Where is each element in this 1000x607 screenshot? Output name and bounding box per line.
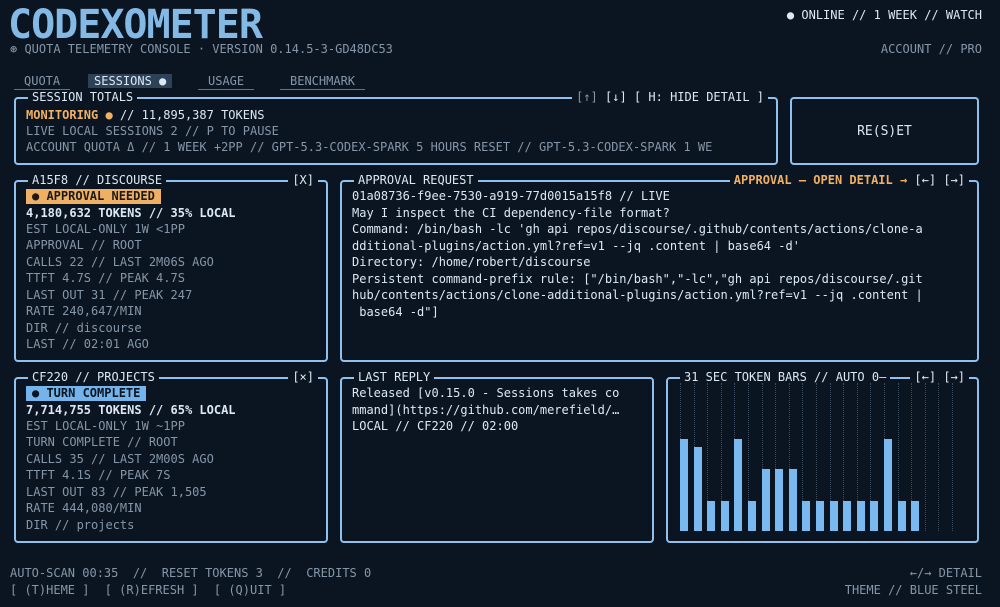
token-bar <box>707 501 716 531</box>
token-bar <box>816 501 824 531</box>
session-stat: LAST // 02:01 AGO <box>26 337 149 351</box>
reply-line: Released [v0.15.0 - Sessions takes co <box>352 386 620 400</box>
token-bars-chart <box>668 379 977 541</box>
session-stat: CALLS 22 // LAST 2M06S AGO <box>26 255 214 269</box>
session-stat: LAST OUT 83 // PEAK 1,505 <box>26 485 207 499</box>
total-tokens: // 11,895,387 TOKENS <box>119 108 265 122</box>
token-bar <box>911 501 920 531</box>
token-bar <box>788 469 797 531</box>
theme-name: THEME // BLUE STEEL <box>844 583 982 597</box>
session-stat: TTFT 4.7S // PEAK 4.7S <box>26 271 185 285</box>
turn-complete-badge: ● TURN COMPLETE <box>26 386 147 401</box>
monitoring-line: MONITORING ● // 11,895,387 TOKENS <box>26 107 264 123</box>
token-bar <box>693 447 702 531</box>
last-reply-title: LAST REPLY <box>354 370 435 384</box>
reply-line: LOCAL // CF220 // 02:00 <box>352 419 519 433</box>
detail-hint: ←/→ DETAIL <box>909 566 982 580</box>
approval-request-panel: APPROVAL REQUEST APPROVAL – OPEN DETAIL … <box>340 173 979 362</box>
token-bar <box>884 439 892 531</box>
token-bar <box>734 439 743 531</box>
token-bar <box>870 501 879 531</box>
session-stat: DIR // discourse <box>26 321 142 335</box>
refresh-button[interactable]: [ (R)EFRESH ] <box>105 583 199 597</box>
scroll-up-button[interactable]: [↑] <box>576 90 598 104</box>
scroll-down-button[interactable]: [↓] <box>605 90 627 104</box>
session-stat: APPROVAL // ROOT <box>26 238 142 252</box>
tab-usage[interactable]: USAGE <box>198 74 255 90</box>
token-bar-track <box>952 383 961 531</box>
approval-nav-buttons[interactable]: [←] [→] <box>914 173 965 187</box>
approval-line: dditional-plugins/action.yml?ref=v1 --jq… <box>352 239 800 253</box>
session-totals-controls: [↑] [↓] [ H: HIDE DETAIL ] <box>572 90 768 104</box>
session-totals-panel: SESSION TOTALS [↑] [↓] [ H: HIDE DETAIL … <box>14 90 778 165</box>
close-session-button[interactable]: [X] <box>288 173 318 187</box>
session-stat: LAST OUT 31 // PEAK 247 <box>26 288 193 302</box>
token-bar <box>802 501 811 531</box>
session-stat: RATE 444,080/MIN <box>26 501 142 515</box>
hide-detail-button[interactable]: [ H: HIDE DETAIL ] <box>634 90 764 104</box>
approval-line: 01a08736-f9ee-7530-a919-77d0015a15f8 // … <box>352 189 670 203</box>
tab-quota[interactable]: QUOTA <box>14 74 71 90</box>
token-bar <box>829 501 838 531</box>
approval-line: base64 -d"] <box>352 305 439 319</box>
token-bar <box>775 469 784 531</box>
app-subtitle: ⊛ QUOTA TELEMETRY CONSOLE · VERSION 0.14… <box>10 42 393 56</box>
live-sessions-line: LIVE LOCAL SESSIONS 2 // P TO PAUSE <box>26 124 279 138</box>
approval-request-title: APPROVAL REQUEST <box>354 173 478 187</box>
connection-status: ● ONLINE // 1 WEEK // WATCH <box>786 8 982 22</box>
app-logo: CODEXOMETER <box>8 2 378 48</box>
token-bars-panel: 31 SEC TOKEN BARS // AUTO 0– [←] [→] <box>666 370 979 543</box>
session-stat: RATE 240,647/MIN <box>26 304 142 318</box>
quit-button[interactable]: [ (Q)UIT ] <box>214 583 286 597</box>
session-stat: EST LOCAL-ONLY 1W ~1PP <box>26 419 185 433</box>
token-bar <box>856 501 865 531</box>
token-bar <box>748 501 756 531</box>
session-stat: TURN COMPLETE // ROOT <box>26 435 178 449</box>
last-reply-panel: LAST REPLY Released [v0.15.0 - Sessions … <box>340 370 654 543</box>
session-totals-title: SESSION TOTALS <box>28 90 138 104</box>
account-plan[interactable]: ACCOUNT // PRO <box>881 42 982 56</box>
footer-actions: [ (T)HEME ] [ (R)EFRESH ] [ (Q)UIT ] <box>10 583 286 597</box>
close-session-button[interactable]: [×] <box>288 370 318 384</box>
theme-button[interactable]: [ (T)HEME ] <box>10 583 89 597</box>
token-bar <box>720 501 729 531</box>
quota-delta-line: ACCOUNT QUOTA Δ // 1 WEEK +2PP // GPT-5.… <box>26 140 713 154</box>
approval-line: hub/contents/actions/clone-additional-pl… <box>352 288 923 302</box>
session-card-title: CF220 // PROJECTS <box>28 370 159 384</box>
token-bar-track <box>924 383 934 531</box>
tab-sessions[interactable]: SESSIONS ● <box>88 74 173 88</box>
session-tokens: 7,714,755 TOKENS // 65% LOCAL <box>26 403 236 417</box>
reset-button[interactable]: RE(S)ET <box>790 97 979 165</box>
token-bar <box>680 439 688 531</box>
open-detail-link[interactable]: APPROVAL – OPEN DETAIL → <box>734 173 907 187</box>
token-bar <box>843 501 852 531</box>
token-bar <box>897 501 906 531</box>
session-stat: EST LOCAL-ONLY 1W <1PP <box>26 222 185 236</box>
session-tokens: 4,180,632 TOKENS // 35% LOCAL <box>26 206 236 220</box>
session-stat: CALLS 35 // LAST 2M00S AGO <box>26 452 214 466</box>
session-stat: DIR // projects <box>26 518 135 532</box>
monitoring-status: MONITORING ● <box>26 108 113 122</box>
reply-line: mmand](https://github.com/merefield/… <box>352 403 620 417</box>
logo-text: CODEXOMETER <box>8 4 264 44</box>
approval-line: Directory: /home/robert/discourse <box>352 255 591 269</box>
session-card-title: A15F8 // DISCOURSE <box>28 173 167 187</box>
session-card-projects[interactable]: CF220 // PROJECTS [×] ● TURN COMPLETE 7,… <box>14 370 328 543</box>
footer-status: AUTO-SCAN 00:35 // RESET TOKENS 3 // CRE… <box>10 566 372 580</box>
approval-line: Command: /bin/bash -lc 'gh api repos/dis… <box>352 222 923 236</box>
approval-needed-badge: ● APPROVAL NEEDED <box>26 189 161 204</box>
token-bar-track <box>938 383 947 531</box>
token-bar <box>761 469 770 531</box>
tab-benchmark[interactable]: BENCHMARK <box>280 74 366 90</box>
approval-line: Persistent command-prefix rule: ["/bin/b… <box>352 272 923 286</box>
approval-line: May I inspect the CI dependency-file for… <box>352 206 670 220</box>
session-stat: TTFT 4.1S // PEAK 7S <box>26 468 171 482</box>
session-card-discourse[interactable]: A15F8 // DISCOURSE [X] ● APPROVAL NEEDED… <box>14 173 328 362</box>
